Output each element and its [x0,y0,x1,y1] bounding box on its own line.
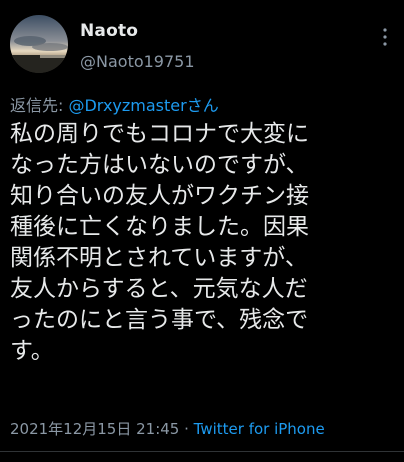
tweet-text-line: 友人からすると、元気な人だ [10,276,308,302]
tweet-card: Naoto @Naoto19751 返信先: @Drxyzmasterさん 私の… [0,0,404,462]
timestamp-link[interactable]: 2021年12月15日 21:45 [10,420,179,438]
divider [0,451,404,452]
author-display-name[interactable]: Naoto [80,21,138,41]
source-link[interactable]: Twitter for iPhone [194,420,325,438]
tweet-text-line: 知り合いの友人がワクチン接 [10,183,309,209]
tweet-text-line: す。 [10,338,54,364]
reply-context: 返信先: @Drxyzmasterさん [10,92,219,116]
reply-prefix: 返信先: [10,96,69,115]
reply-to-link[interactable]: @Drxyzmasterさん [68,96,218,115]
tweet-text-line: 私の周りでもコロナで大変に [10,121,309,147]
tweet-metadata: 2021年12月15日 21:45 · Twitter for iPhone [10,418,325,439]
tweet-text-line: ったのにと言う事で、残念で [10,307,309,333]
tweet-text-line: 関係不明とされていますが、 [10,245,308,271]
tweet-text: 私の周りでもコロナで大変に なった方はいないのですが、 知り合いの友人がワクチン… [10,119,400,367]
more-vertical-icon[interactable] [380,26,390,48]
tweet-text-line: なった方はいないのですが、 [10,152,309,178]
meta-separator: · [179,420,194,438]
tweet-text-line: 種後に亡くなりました。因果 [10,214,309,240]
author-handle[interactable]: @Naoto19751 [80,52,195,71]
avatar-sunset-image [10,15,68,73]
avatar[interactable] [10,15,68,73]
